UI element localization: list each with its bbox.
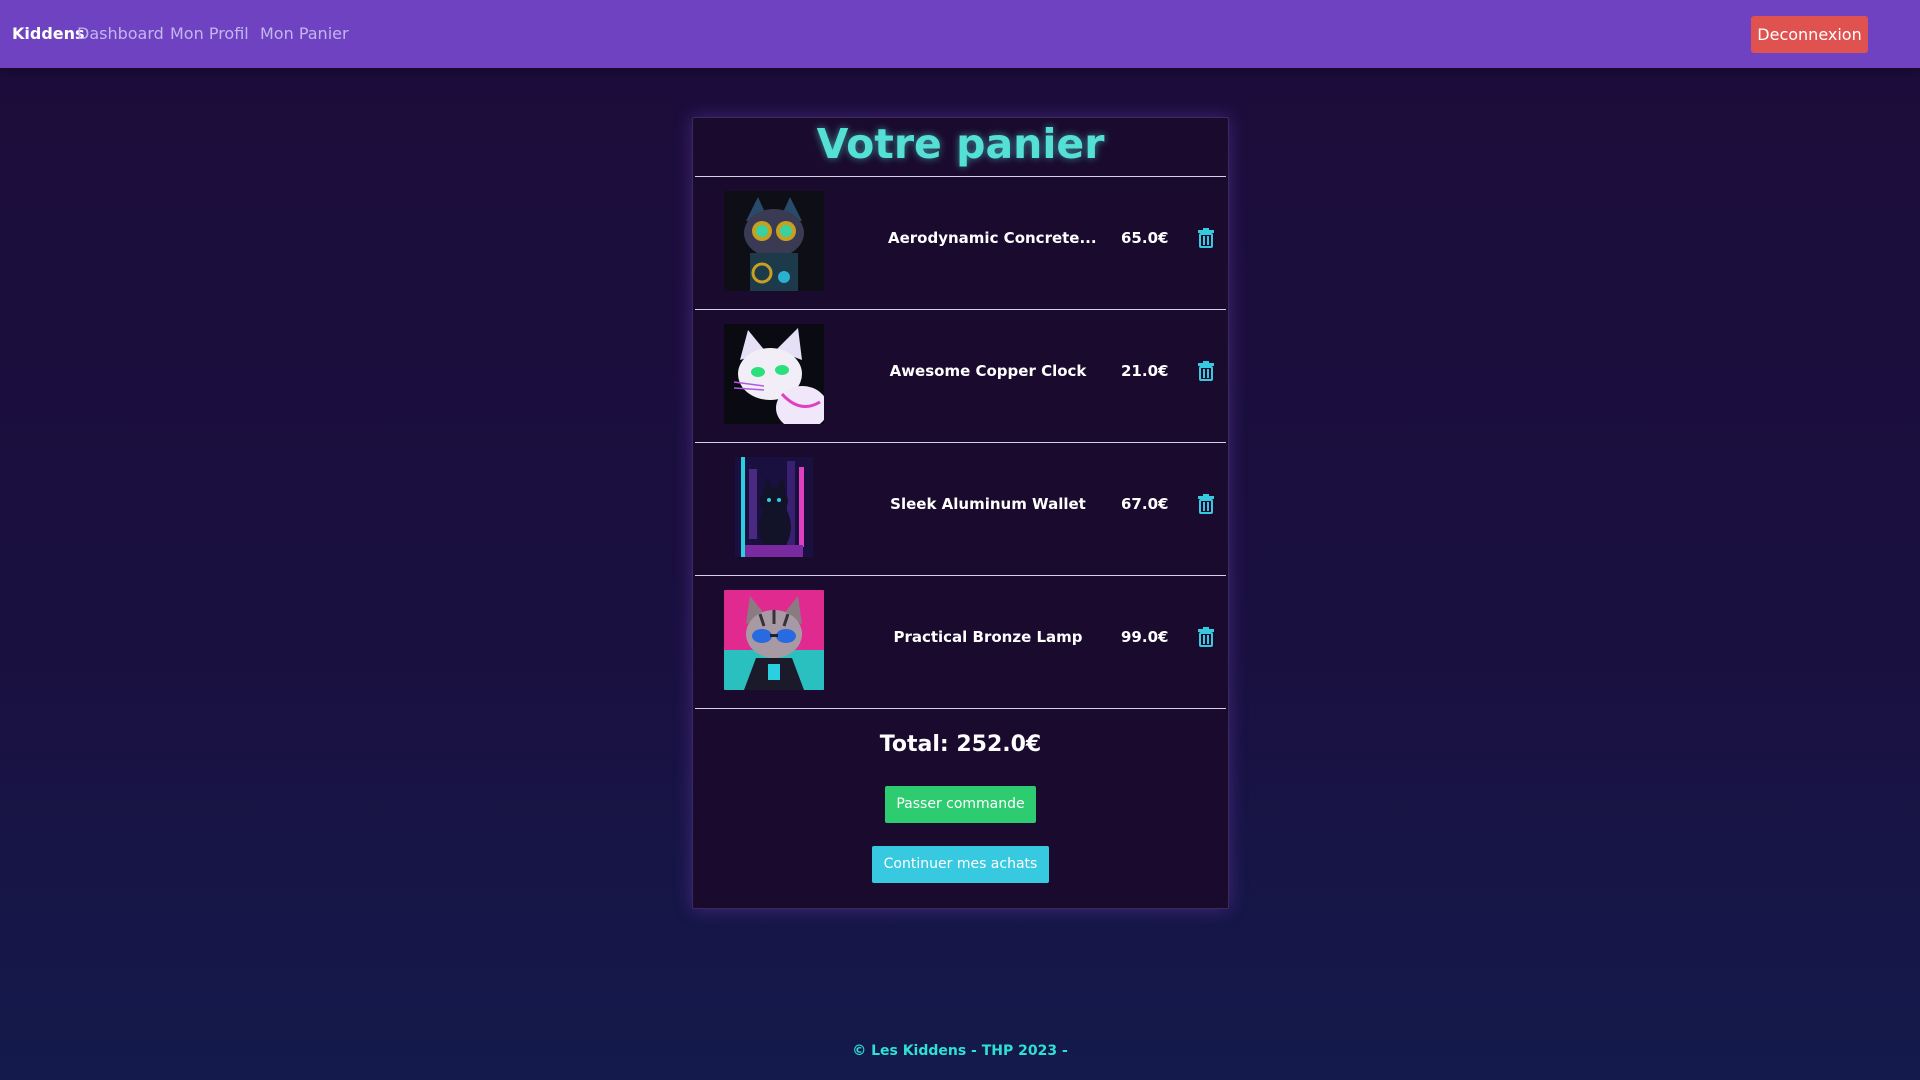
trash-icon[interactable] — [1197, 228, 1215, 248]
item-name: Sleek Aluminum Wallet — [890, 495, 1086, 513]
trash-icon[interactable] — [1197, 627, 1215, 647]
continue-shopping-button[interactable]: Continuer mes achats — [872, 846, 1049, 883]
nav-link-dashboard[interactable]: Dashboard — [77, 24, 164, 43]
product-image — [724, 191, 824, 291]
place-order-button[interactable]: Passer commande — [885, 786, 1036, 823]
cart-title: Votre panier — [816, 120, 1105, 168]
item-price: 65.0€ — [1121, 229, 1169, 247]
cart-total: Total: 252.0€ — [879, 732, 1042, 757]
cart-card: Votre panier Aerodynamic Concrete... 65.… — [692, 117, 1229, 909]
product-image — [724, 590, 824, 690]
item-name: Practical Bronze Lamp — [893, 628, 1083, 646]
logout-button[interactable]: Deconnexion — [1751, 16, 1868, 53]
trash-icon[interactable] — [1197, 361, 1215, 381]
navbar: Kiddens Dashboard Mon Profil Mon Panier … — [0, 0, 1920, 68]
cart-item: Sleek Aluminum Wallet 67.0€ — [693, 443, 1228, 575]
divider — [695, 708, 1226, 709]
item-price: 67.0€ — [1121, 495, 1169, 513]
trash-icon[interactable] — [1197, 494, 1215, 514]
footer-copyright: © Les Kiddens - THP 2023 - — [852, 1043, 1068, 1059]
item-name: Aerodynamic Concrete... — [888, 229, 1097, 247]
cart-item: Awesome Copper Clock 21.0€ — [693, 310, 1228, 442]
brand-link[interactable]: Kiddens — [12, 24, 85, 43]
product-image — [735, 457, 813, 557]
item-price: 21.0€ — [1121, 362, 1169, 380]
item-price: 99.0€ — [1121, 628, 1169, 646]
nav-link-cart[interactable]: Mon Panier — [260, 24, 349, 43]
cart-item: Aerodynamic Concrete... 65.0€ — [693, 177, 1228, 309]
item-name: Awesome Copper Clock — [889, 362, 1087, 380]
cart-item: Practical Bronze Lamp 99.0€ — [693, 576, 1228, 708]
nav-link-profile[interactable]: Mon Profil — [170, 24, 249, 43]
product-image — [724, 324, 824, 424]
